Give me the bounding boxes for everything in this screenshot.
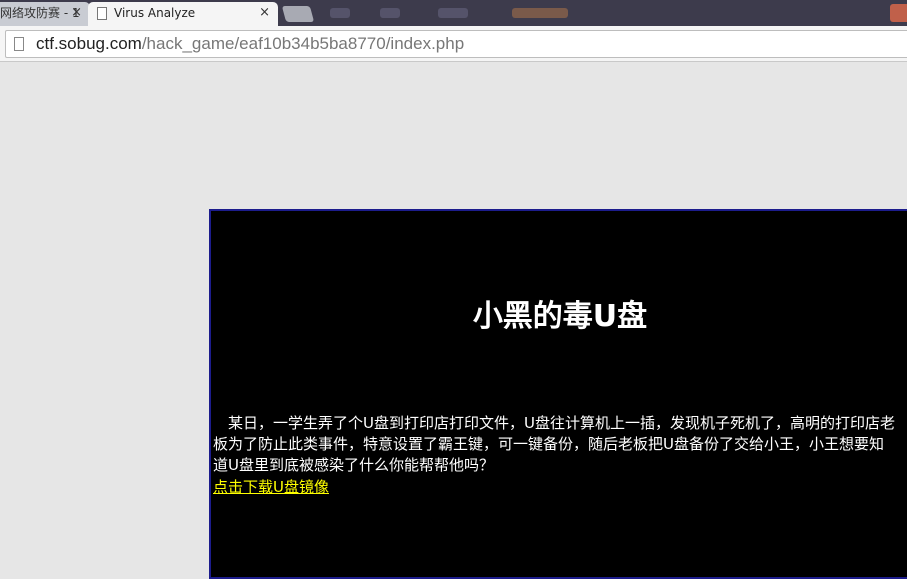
challenge-description: 某日，一学生弄了个U盘到打印店打印文件，U盘往计算机上一插，发现机子死机了，高明… [213,414,895,474]
address-bar[interactable]: ctf.sobug.com/hack_game/eaf10b34b5ba8770… [5,30,907,58]
page-title: 小黑的毒U盘 [472,299,648,334]
address-bar-row: ctf.sobug.com/hack_game/eaf10b34b5ba8770… [0,26,907,62]
close-icon[interactable]: × [259,2,270,24]
page-icon [14,37,24,51]
url-text[interactable]: ctf.sobug.com/hack_game/eaf10b34b5ba8770… [36,34,464,54]
tab-label: 网络攻防赛 - 1 [0,6,80,20]
close-icon[interactable]: × [71,2,82,24]
challenge-panel: 小黑的毒U盘 某日，一学生弄了个U盘到打印店打印文件，U盘往计算机上一插，发现机… [209,209,907,579]
page-icon [97,7,107,20]
blurred-bookmark [438,8,468,18]
blurred-bookmark [512,8,568,18]
download-link[interactable]: 点击下载U盘镜像 [213,476,329,497]
tab-virus-analyze[interactable]: Virus Analyze × [88,2,278,26]
tab-bar: 网络攻防赛 - 1 × Virus Analyze × [0,0,907,26]
new-tab-button[interactable] [281,6,315,22]
blurred-bookmark [380,8,400,18]
tab-attack-defense[interactable]: 网络攻防赛 - 1 × [0,2,90,26]
window-control[interactable] [890,4,907,22]
tab-label: Virus Analyze [114,6,196,20]
blurred-bookmark [330,8,350,18]
